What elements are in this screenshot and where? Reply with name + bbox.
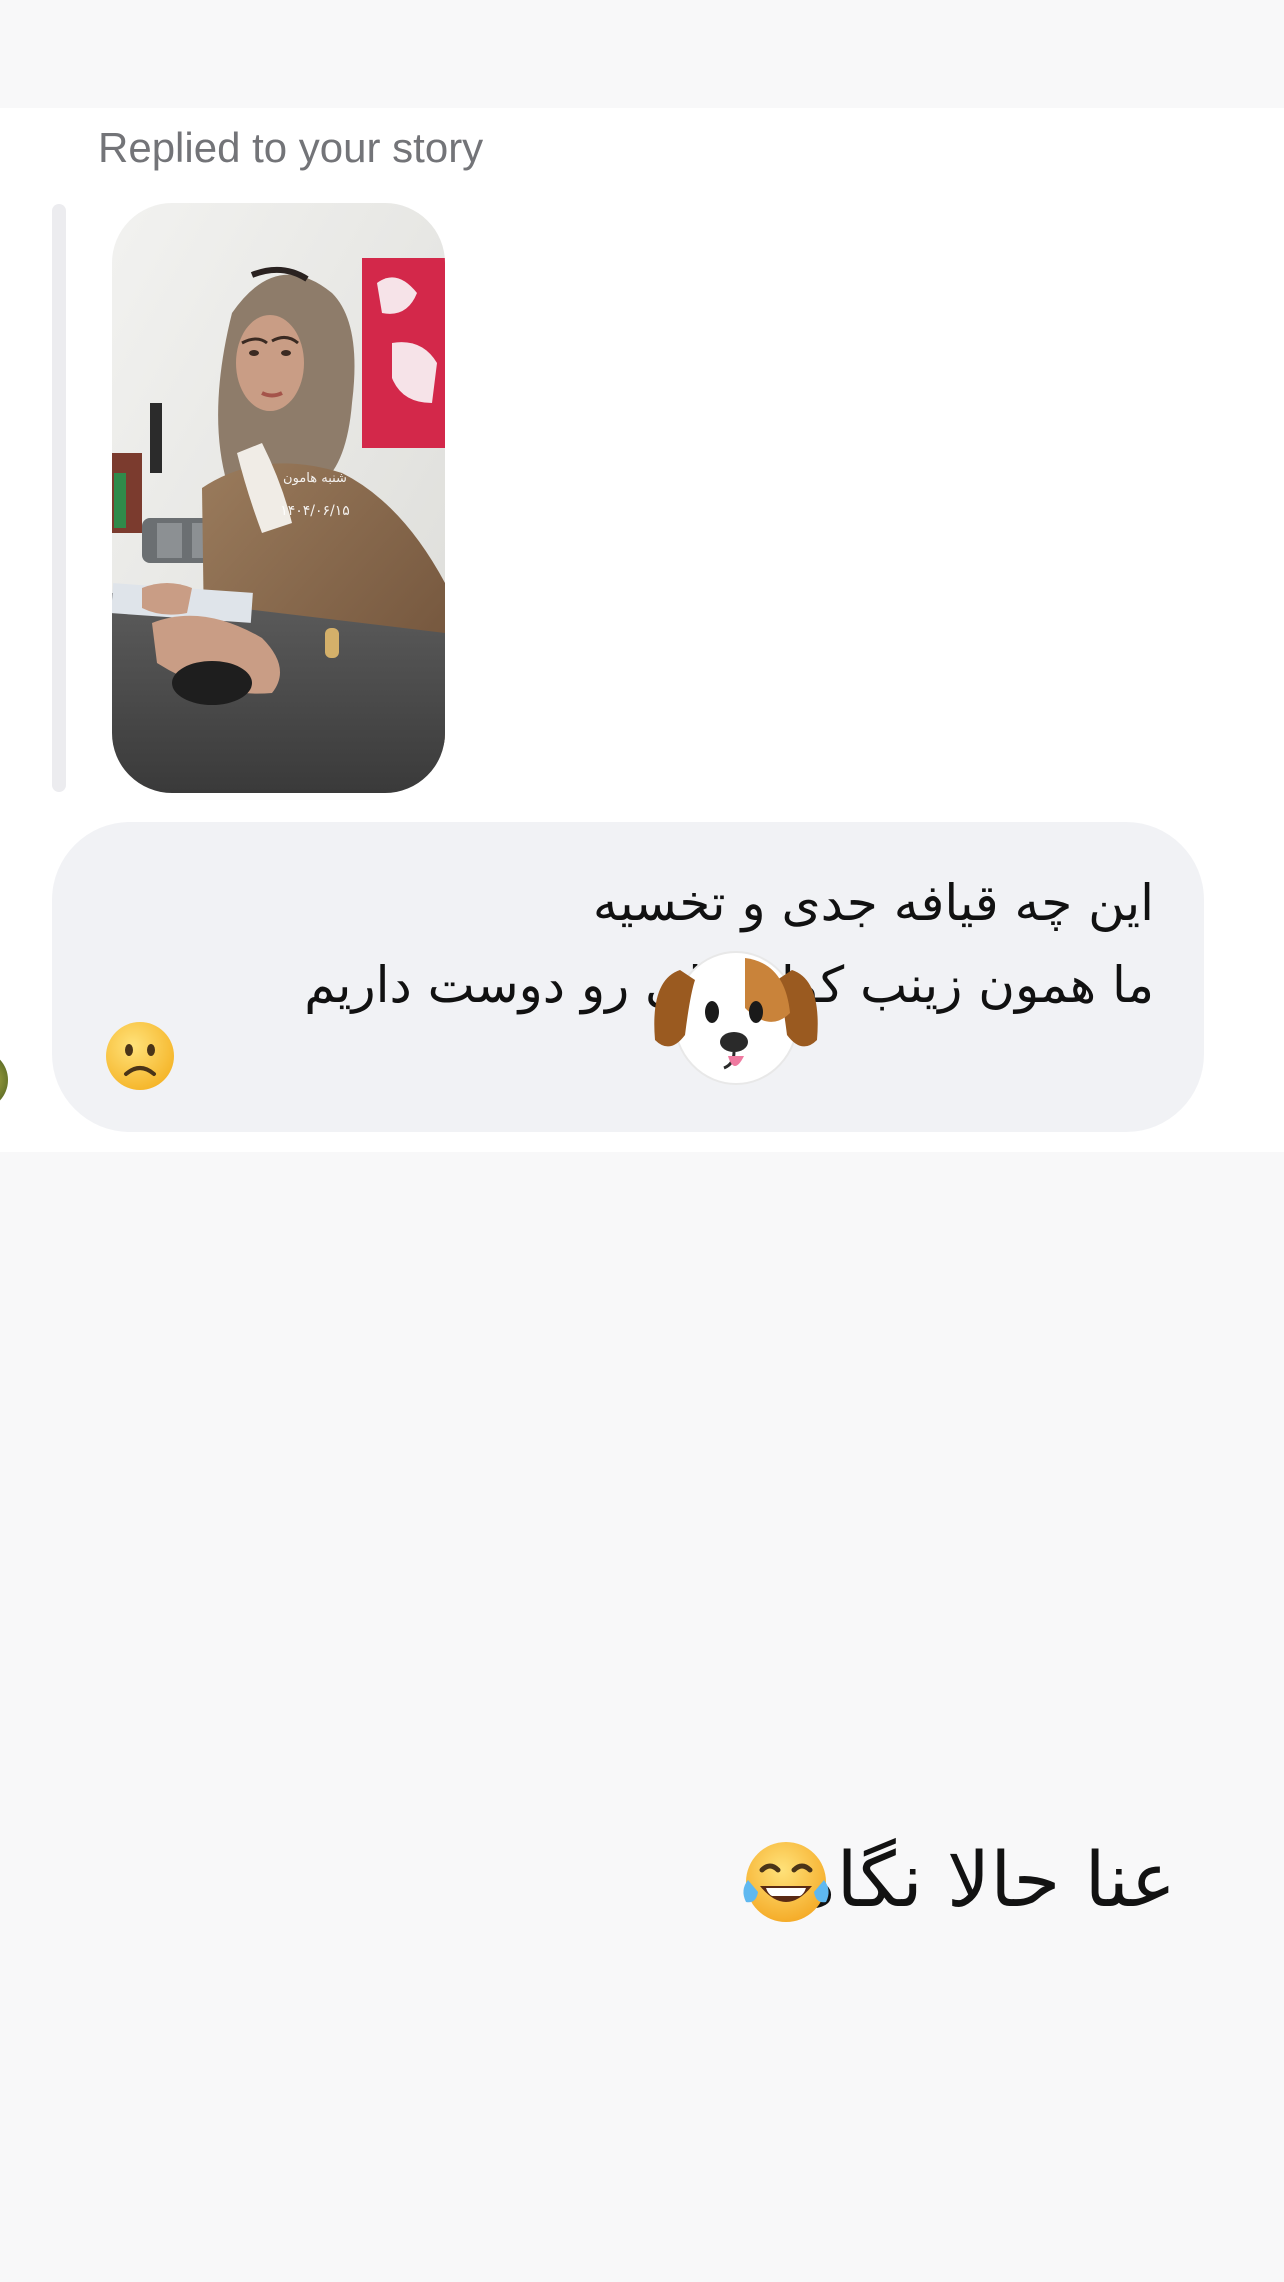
sent-message[interactable]: عنا حالا نگاه [740,1830,1180,1930]
received-message-text: این چه قیافه جدی و تخسیه ما همون زینب کو… [304,874,1154,1014]
face-with-tears-of-joy-icon [743,1842,829,1922]
story-reply-label: Replied to your story [98,124,484,171]
received-message-bubble[interactable]: این چه قیافه جدی و تخسیه ما همون زینب کو… [52,822,1204,1132]
slightly-frowning-face-icon [106,1022,174,1090]
story-overlay-date: ۱۴۰۴/۰۶/۱۵ [280,503,350,519]
story-thumbnail[interactable]: شنبه هامون ۱۴۰۴/۰۶/۱۵ [112,203,445,793]
sent-message-text: عنا حالا نگاه [796,1835,1176,1924]
reply-indicator-bar [52,204,66,792]
story-photo-image [112,203,445,793]
dog-face-sticker-icon[interactable] [650,930,822,1090]
story-overlay-name: شنبه هامون [283,471,347,486]
